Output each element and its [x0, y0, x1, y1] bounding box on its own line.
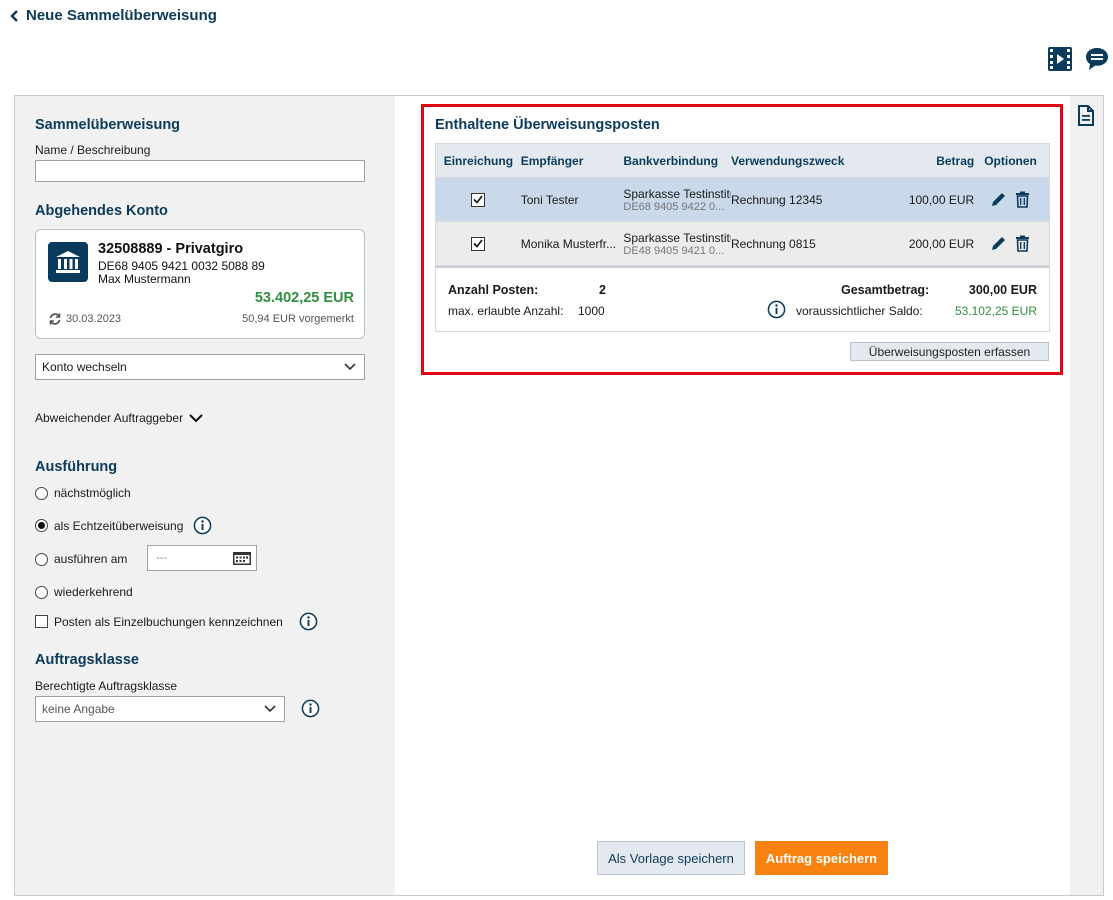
section-title-execution: Ausführung — [35, 459, 118, 475]
different-payer-label: Abweichender Auftraggeber — [35, 411, 184, 425]
chevron-down-icon — [344, 363, 356, 371]
info-icon[interactable] — [767, 300, 786, 319]
back-link[interactable]: Neue Sammelüberweisung — [10, 7, 217, 24]
table-header: Einreichung Empfänger Bankverbindung Ver… — [435, 143, 1050, 178]
radio-instant-label: als Echtzeitüberweisung — [54, 518, 184, 533]
radio-button-selected[interactable] — [35, 519, 48, 532]
single-booking-checkbox[interactable]: Posten als Einzelbuchungen kennzeichnen — [35, 612, 318, 631]
row-checkbox[interactable] — [471, 192, 486, 207]
radio-instant[interactable]: als Echtzeitüberweisung — [35, 516, 212, 535]
info-icon[interactable] — [299, 612, 318, 631]
name-input[interactable] — [35, 160, 365, 182]
max-label: max. erlaubte Anzahl: — [448, 304, 564, 318]
radio-button[interactable] — [35, 585, 48, 599]
chevron-left-icon — [10, 9, 18, 22]
total-value: 300,00 EUR — [968, 283, 1037, 297]
info-icon[interactable] — [193, 516, 212, 535]
projected-value: 53.102,25 EUR — [954, 304, 1037, 318]
add-item-button[interactable]: Überweisungsposten erfassen — [850, 342, 1049, 361]
row-bank: Sparkasse Testinstitut DE68 9405 9422 0.… — [623, 187, 731, 213]
col-purpose: Verwendungszweck — [731, 153, 845, 168]
col-options: Optionen — [984, 153, 1037, 168]
name-label: Name / Beschreibung — [35, 143, 151, 157]
right-sidebar — [1070, 96, 1103, 895]
chevron-down-icon — [264, 705, 276, 713]
order-class-select[interactable]: keine Angabe — [35, 696, 285, 722]
order-class-value: keine Angabe — [42, 702, 115, 716]
chat-bubble-icon[interactable] — [1085, 46, 1111, 72]
date-placeholder: --- — [156, 552, 167, 564]
radio-asap[interactable]: nächstmöglich — [35, 486, 131, 500]
summary-box: Anzahl Posten: 2 max. erlaubte Anzahl: 1… — [435, 266, 1050, 332]
account-iban: DE68 9405 9421 0032 5088 89 — [98, 259, 265, 273]
account-name: 32508889 - Privatgiro — [98, 241, 244, 257]
radio-button[interactable] — [35, 486, 48, 500]
max-value: 1000 — [578, 304, 605, 318]
col-bank: Bankverbindung — [623, 153, 719, 168]
account-date-value: 30.03.2023 — [66, 313, 122, 325]
switch-account-label: Konto wechseln — [42, 360, 127, 374]
calendar-icon[interactable] — [232, 550, 252, 566]
save-template-button[interactable]: Als Vorlage speichern — [597, 841, 745, 875]
switch-account-select[interactable]: Konto wechseln — [35, 354, 365, 380]
row-bank-name: Sparkasse Testinstitut — [623, 230, 732, 245]
different-payer-toggle[interactable]: Abweichender Auftraggeber — [35, 411, 203, 425]
row-purpose: Rechnung 0815 — [731, 236, 816, 251]
items-title: Enthaltene Überweisungsposten — [435, 117, 660, 133]
account-owner: Max Mustermann — [98, 272, 191, 286]
radio-on-date-label: ausführen am — [54, 552, 128, 566]
info-icon[interactable] — [301, 699, 320, 718]
section-title-account: Abgehendes Konto — [35, 203, 168, 219]
film-icon[interactable] — [1047, 46, 1073, 72]
document-icon[interactable] — [1076, 105, 1096, 130]
page-title: Neue Sammelüberweisung — [26, 7, 217, 24]
account-card[interactable]: 32508889 - Privatgiro DE68 9405 9421 003… — [35, 229, 365, 339]
single-booking-label: Posten als Einzelbuchungen kennzeichnen — [54, 614, 283, 629]
refresh-icon[interactable] — [48, 312, 62, 326]
radio-button[interactable] — [35, 552, 48, 566]
items-table: Einreichung Empfänger Bankverbindung Ver… — [435, 143, 1050, 266]
radio-recurring-label: wiederkehrend — [54, 585, 133, 599]
section-title-order-class: Auftragsklasse — [35, 652, 139, 668]
count-label: Anzahl Posten: — [448, 283, 539, 297]
check-icon — [473, 195, 483, 204]
pencil-icon[interactable] — [990, 191, 1007, 208]
col-amount: Betrag — [936, 153, 975, 168]
row-bank-iban: DE68 9405 9422 0... — [623, 200, 725, 213]
count-value: 2 — [599, 283, 606, 297]
trash-icon[interactable] — [1015, 235, 1030, 252]
row-checkbox[interactable] — [471, 236, 486, 251]
row-recipient: Monika Musterfr... — [520, 236, 617, 251]
radio-on-date[interactable]: ausführen am — [35, 552, 127, 566]
total-label: Gesamtbetrag: — [841, 283, 930, 297]
checkbox[interactable] — [35, 615, 48, 628]
pencil-icon[interactable] — [990, 235, 1007, 252]
radio-asap-label: nächstmöglich — [54, 486, 131, 500]
date-input[interactable]: --- — [147, 545, 257, 571]
account-date: 30.03.2023 — [48, 312, 121, 326]
row-bank-iban: DE48 9405 9421 0... — [623, 244, 725, 257]
table-row[interactable]: Toni Tester Sparkasse Testinstitut DE68 … — [435, 178, 1050, 222]
table-row[interactable]: Monika Musterfr... Sparkasse Testinstitu… — [435, 222, 1050, 266]
account-pending: 50,94 EUR vorgemerkt — [242, 313, 354, 325]
projected-label: voraussichtlicher Saldo: — [796, 304, 923, 318]
row-amount: 200,00 EUR — [908, 236, 975, 251]
row-purpose: Rechnung 12345 — [731, 192, 823, 207]
save-order-button[interactable]: Auftrag speichern — [755, 841, 888, 875]
account-balance: 53.402,25 EUR — [254, 290, 354, 306]
trash-icon[interactable] — [1015, 191, 1030, 208]
order-class-label: Berechtigte Auftragsklasse — [35, 679, 178, 693]
check-icon — [473, 239, 483, 248]
row-bank-name: Sparkasse Testinstitut — [623, 186, 732, 201]
row-bank: Sparkasse Testinstitut DE48 9405 9421 0.… — [623, 231, 731, 257]
bank-icon — [48, 242, 88, 282]
section-title-sammelueberweisung: Sammelüberweisung — [35, 117, 181, 133]
chevron-down-icon — [189, 413, 203, 422]
row-recipient: Toni Tester — [520, 192, 579, 207]
col-submitted: Einreichung — [443, 153, 514, 168]
row-amount: 100,00 EUR — [908, 192, 975, 207]
radio-recurring[interactable]: wiederkehrend — [35, 585, 133, 599]
col-recipient: Empfänger — [520, 153, 584, 168]
